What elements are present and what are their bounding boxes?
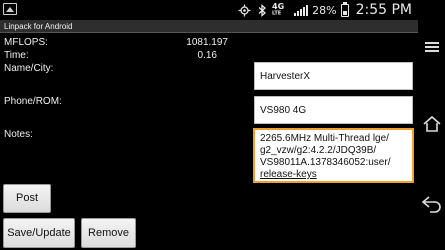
home-icon[interactable] (418, 114, 445, 134)
name-city-value: HarvesterX (260, 71, 311, 82)
notes-line: g2_vzw/g2:4.2.2/JDQ39B/ (260, 145, 377, 156)
notes-line: release-keys (260, 169, 317, 180)
battery-percent: 28% (312, 3, 337, 17)
app-title: Linpack for Android (4, 22, 73, 31)
app-title-bar: Linpack for Android (0, 20, 418, 33)
status-icons: 4G LTE 28% 2:55 PM (238, 0, 412, 20)
gps-icon (238, 4, 251, 17)
notes-line: VS98011A.1378346052:user/ (260, 157, 391, 168)
navigation-bar (418, 0, 445, 250)
image-notification-icon (3, 3, 17, 15)
notes-line: 2265.6MHz Multi-Thread lge/ (260, 133, 389, 144)
status-bar: 4G LTE 28% 2:55 PM (0, 0, 418, 20)
bluetooth-icon (255, 3, 268, 17)
mflops-value: 1081.197 (186, 37, 228, 48)
post-button[interactable]: Post (3, 184, 51, 213)
remove-button[interactable]: Remove (81, 218, 136, 248)
svg-text:LTE: LTE (272, 11, 282, 16)
phone-rom-field[interactable]: VS980 4G (254, 96, 413, 124)
name-city-field[interactable]: HarvesterX (254, 62, 413, 90)
menu-icon[interactable] (418, 37, 445, 57)
main-content: MFLOPS: 1081.197 Time: 0.16 Name/City: H… (0, 34, 418, 250)
battery-icon (340, 1, 349, 17)
mflops-label: MFLOPS: (4, 37, 48, 48)
save-update-button[interactable]: Save/Update (3, 218, 75, 248)
phone-rom-value: VS980 4G (260, 105, 307, 116)
notes-label: Notes: (4, 129, 33, 140)
clock: 2:55 PM (355, 2, 412, 18)
notes-text: 2265.6MHz Multi-Thread lge/ g2_vzw/g2:4.… (260, 133, 410, 181)
4g-lte-icon: 4G LTE (272, 2, 290, 18)
notes-field[interactable]: 2265.6MHz Multi-Thread lge/ g2_vzw/g2:4.… (253, 128, 414, 183)
back-icon[interactable] (418, 194, 445, 214)
phone-label: Phone/ROM: (4, 96, 62, 107)
time-value: 0.16 (197, 50, 217, 61)
signal-icon (294, 4, 309, 16)
name-label: Name/City: (4, 63, 54, 74)
time-label: Time: (4, 50, 29, 61)
